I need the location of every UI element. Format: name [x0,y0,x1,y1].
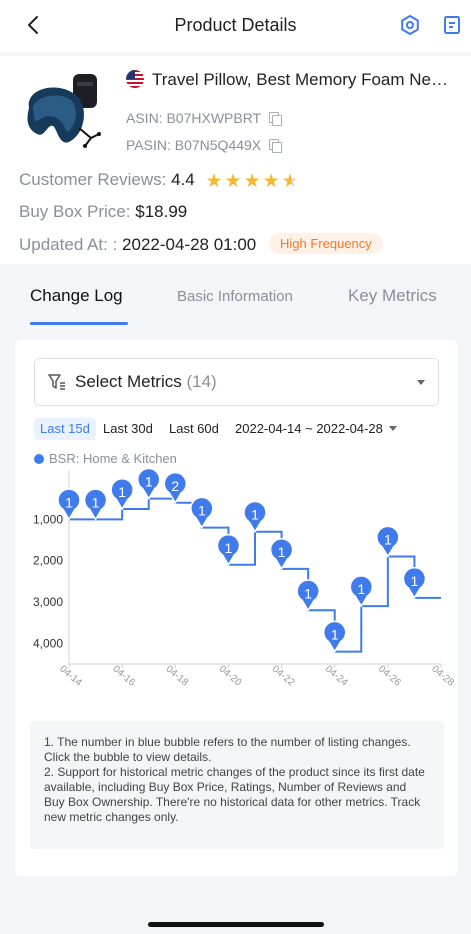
note-line-2: 2. Support for historical metric changes… [44,765,425,824]
chart-notes: 1. The number in blue bubble refers to t… [30,721,444,849]
x-tick-label: 04-28 [429,664,456,689]
reviews-label: Customer Reviews: [19,170,167,189]
change-bubble[interactable]: 1 [269,538,294,571]
change-bubble-count: 1 [118,484,126,500]
copy-icon[interactable] [269,112,283,126]
price-value: $18.99 [135,202,188,221]
tab-key-metrics[interactable]: Key Metrics [348,286,437,306]
tab-basic-information[interactable]: Basic Information [177,288,293,305]
x-tick-label: 04-20 [217,664,244,689]
change-bubble-count: 1 [198,503,206,519]
change-bubble[interactable]: 1 [136,467,161,501]
x-tick-label: 04-26 [376,664,403,689]
legend-dot-icon [34,453,44,464]
chart-legend[interactable]: BSR: Home & Kitchen [34,451,177,466]
change-bubble-count: 1 [384,532,392,548]
change-bubble[interactable]: 2 [163,471,188,505]
pasin-text: PASIN: B07N5Q449X [126,137,262,153]
x-tick-label: 04-18 [164,664,191,689]
tab-change-log[interactable]: Change Log [30,286,123,306]
x-tick-label: 04-16 [110,664,137,689]
legend-label: BSR: Home & Kitchen [49,451,177,466]
change-bubble-count: 1 [145,474,153,490]
pasin-row: PASIN: B07N5Q449X [126,137,283,153]
change-bubble-count: 1 [357,581,365,597]
customer-reviews-row: Customer Reviews: 4.4 ★ ★ ★ ★ ★ [19,170,299,191]
date-range-picker[interactable]: 2022-04-14 ~ 2022-04-28 [235,418,397,440]
change-bubble-count: 1 [304,585,312,601]
buy-box-price-row: Buy Box Price: $18.99 [19,202,187,222]
change-bubble[interactable]: 1 [296,579,320,612]
home-indicator [148,922,324,927]
change-bubble-count: 1 [92,494,100,510]
copy-icon[interactable] [269,139,283,153]
star-icon: ★ [224,171,242,192]
date-range-text: 2022-04-14 ~ 2022-04-28 [235,421,383,436]
change-bubble-count: 1 [411,573,419,589]
x-tick-label: 04-14 [57,664,84,689]
header-bar: Product Details [0,0,471,52]
reviews-value: 4.4 [171,170,195,189]
select-metrics-label: Select Metrics (14) [75,372,217,392]
y-tick-label: 3,000 [33,595,63,609]
change-bubble-count: 1 [225,540,233,556]
y-tick-label: 2,000 [33,554,63,568]
price-label: Buy Box Price: [19,202,131,221]
change-bubble-count: 2 [171,478,179,494]
change-bubble-count: 1 [251,507,259,523]
active-tab-indicator [30,322,128,325]
star-icon: ★ [205,171,223,192]
select-metrics-count: (14) [186,372,217,391]
change-bubble-count: 1 [65,494,73,510]
change-bubble[interactable]: 1 [83,488,108,521]
range-last-30d[interactable]: Last 30d [97,418,159,440]
change-bubble[interactable]: 1 [216,533,241,567]
change-bubble[interactable]: 1 [243,500,267,534]
range-selector: Last 15d Last 30d Last 60d 2022-04-14 ~ … [34,418,454,440]
change-bubble[interactable]: 1 [190,496,214,530]
change-bubble[interactable]: 1 [322,620,347,654]
y-tick-label: 4,000 [33,636,63,650]
asin-text: ASIN: B07HXWPBRT [126,110,262,126]
asin-row: ASIN: B07HXWPBRT [126,110,283,126]
star-icon: ★ [262,171,280,192]
note-line-1: 1. The number in blue bubble refers to t… [44,735,411,764]
updated-label: Updated At: : [19,235,118,254]
us-flag-icon [126,70,144,88]
y-tick-label: 1,000 [33,512,63,526]
range-last-15d[interactable]: Last 15d [34,418,96,440]
change-bubble[interactable]: 1 [57,488,81,521]
select-metrics-dropdown[interactable]: Select Metrics (14) [34,358,439,406]
x-tick-label: 04-24 [323,664,350,689]
half-star-icon: ★ [281,171,299,192]
change-bubble[interactable]: 1 [349,575,374,608]
select-metrics-text: Select Metrics [75,372,182,391]
star-icon: ★ [243,171,261,192]
product-summary: Travel Pillow, Best Memory Foam Neck Pil… [0,56,471,264]
updated-value: 2022-04-28 01:00 [122,235,257,254]
range-last-60d[interactable]: Last 60d [163,418,225,440]
frequency-badge: High Frequency [269,233,383,254]
x-tick-label: 04-22 [270,664,297,689]
change-bubble-count: 1 [278,544,286,560]
document-icon[interactable] [440,13,464,37]
change-log-card: Select Metrics (14) Last 15d Last 30d La… [15,340,458,876]
back-arrow-icon[interactable] [22,13,46,37]
product-title: Travel Pillow, Best Memory Foam Neck Pil… [152,70,452,89]
caret-down-icon [417,380,425,385]
updated-at-row: Updated At: : 2022-04-28 01:00 High Freq… [19,233,383,255]
change-bubble-count: 1 [331,627,339,643]
rating-stars: ★ ★ ★ ★ ★ [205,172,298,191]
filter-icon [48,374,65,390]
change-bubble[interactable]: 1 [110,478,134,511]
product-image[interactable] [19,68,110,159]
caret-down-icon [388,426,397,431]
tab-bar: Change Log Basic Information Key Metrics [0,264,471,328]
change-bubble[interactable]: 1 [376,525,400,558]
settings-icon[interactable] [398,13,422,37]
change-bubble[interactable]: 1 [402,566,427,600]
